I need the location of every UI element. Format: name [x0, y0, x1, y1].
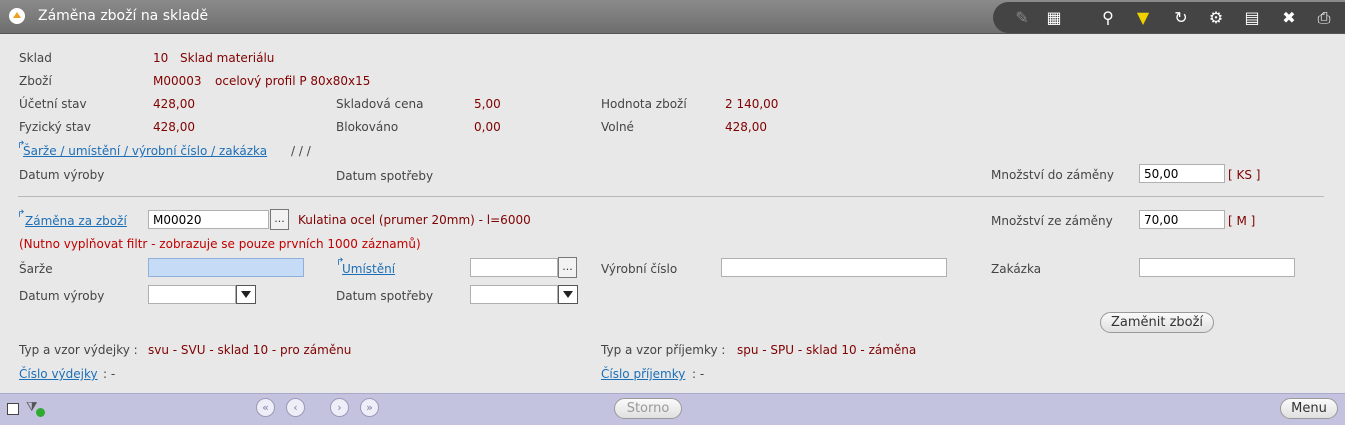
- filter-icon[interactable]: ▼: [1132, 8, 1154, 28]
- select-checkbox[interactable]: [7, 403, 19, 415]
- sklad-code: 10: [153, 51, 169, 65]
- cislo-prijemky-link[interactable]: Číslo příjemky: [601, 367, 685, 381]
- sarze-input[interactable]: [148, 258, 304, 277]
- cislo-vydejky-value: : -: [103, 367, 116, 381]
- bottom-bar: ⧩ « ‹ › » Storno Menu: [0, 393, 1345, 425]
- sarze-link[interactable]: Šarže / umístění / výrobní číslo / zakáz…: [23, 144, 267, 158]
- sarze-label: Šarže: [19, 262, 53, 276]
- mnozstvi-do-input[interactable]: [1139, 164, 1225, 183]
- datum-spotreby-dropdown-icon[interactable]: [558, 285, 578, 304]
- mnozstvi-do-label: Množství do záměny: [991, 168, 1115, 182]
- unit-text: [ KS ]: [1228, 168, 1261, 182]
- umisteni-link[interactable]: Umístění: [342, 262, 395, 276]
- vyrobni-cislo-label: Výrobní číslo: [601, 262, 678, 276]
- refresh-icon[interactable]: ↻: [1170, 8, 1192, 28]
- sklad-name: Sklad materiálu: [180, 51, 275, 65]
- datum-spotreby-label-2: Datum spotřeby: [336, 289, 434, 303]
- edit-icon[interactable]: ✎: [1011, 8, 1033, 28]
- hodnota-zbozi-label: Hodnota zboží: [601, 97, 687, 111]
- volne-label: Volné: [601, 120, 634, 134]
- window-title: Záměna zboží na skladě: [38, 8, 209, 24]
- zamena-lookup-button[interactable]: ...: [270, 209, 289, 230]
- zbozi-label: Zboží: [19, 74, 52, 88]
- mnozstvi-ze-unit: [ M ]: [1228, 214, 1256, 228]
- vydejka-value: svu - SVU - sklad 10 - pro záměnu: [148, 343, 352, 357]
- zakazka-input[interactable]: [1139, 258, 1295, 277]
- user-settings-icon[interactable]: ⚙: [1205, 8, 1227, 28]
- datum-vyroby-dropdown-icon[interactable]: [236, 285, 256, 304]
- skladova-cena-label: Skladová cena: [336, 97, 424, 111]
- menu-button[interactable]: Menu: [1280, 398, 1338, 419]
- hodnota-zbozi-value: 2 140,00: [725, 97, 779, 111]
- sarze-value: / / /: [291, 144, 311, 158]
- cislo-vydejky-link[interactable]: Číslo výdejky: [19, 367, 98, 381]
- storno-button[interactable]: Storno: [614, 398, 682, 419]
- umisteni-lookup-button[interactable]: ...: [558, 257, 577, 278]
- vyrobni-cislo-input[interactable]: [721, 258, 947, 277]
- zbozi-name: ocelový profil P 80x80x15: [215, 74, 371, 88]
- blokovano-label: Blokováno: [336, 120, 399, 134]
- vydejka-label: Typ a vzor výdejky :: [19, 343, 138, 357]
- collapse-icon[interactable]: [9, 8, 25, 24]
- excel-icon[interactable]: ✖: [1278, 8, 1300, 28]
- zamena-code-input[interactable]: [148, 210, 269, 229]
- fyzicky-stav-label: Fyzický stav: [19, 120, 91, 134]
- blokovano-value: 0,00: [474, 120, 501, 134]
- nav-first-button[interactable]: «: [256, 398, 275, 417]
- volne-value: 428,00: [725, 120, 767, 134]
- ucetni-stav-value: 428,00: [153, 97, 195, 111]
- zamena-name: Kulatina ocel (prumer 20mm) - l=6000: [298, 213, 531, 227]
- nav-last-button[interactable]: »: [360, 398, 379, 417]
- status-ok-icon: [36, 408, 45, 417]
- fyzicky-stav-value: 428,00: [153, 120, 195, 134]
- divider: [18, 196, 1324, 197]
- table-icon[interactable]: ▦: [1043, 8, 1065, 28]
- datum-vyroby-input[interactable]: [148, 285, 236, 304]
- datum-spotreby-input[interactable]: [470, 285, 558, 304]
- umisteni-input[interactable]: [470, 258, 558, 277]
- zamenit-button[interactable]: Zaměnit zboží: [1100, 312, 1214, 333]
- sklad-label: Sklad: [19, 51, 52, 65]
- zbozi-code: M00003: [153, 74, 202, 88]
- prijemka-label: Typ a vzor příjemky :: [601, 343, 726, 357]
- search-icon[interactable]: ⚲: [1097, 8, 1119, 28]
- cislo-prijemky-value: : -: [692, 367, 705, 381]
- print-icon[interactable]: ⎙: [1313, 8, 1335, 28]
- zamena-link[interactable]: Záměna za zboží: [25, 214, 127, 228]
- datum-vyroby-label: Datum výroby: [19, 168, 105, 182]
- datum-spotreby-label: Datum spotřeby: [336, 169, 434, 183]
- nav-next-button[interactable]: ›: [330, 398, 349, 417]
- toolbar: ✎ ▦ ⚲ ▼ ↻ ⚙ ▤ ✖ ⎙: [993, 2, 1345, 33]
- skladova-cena-value: 5,00: [474, 97, 501, 111]
- mnozstvi-ze-label: Množství ze záměny: [991, 214, 1113, 228]
- nav-prev-button[interactable]: ‹: [286, 398, 305, 417]
- mnozstvi-ze-input[interactable]: [1139, 210, 1225, 229]
- ucetni-stav-label: Účetní stav: [19, 97, 87, 111]
- zakazka-label: Zakázka: [991, 262, 1042, 276]
- filter-warning: (Nutno vyplňovat filtr - zobrazuje se po…: [19, 237, 421, 251]
- mnozstvi-do-unit: [ KS ]: [1228, 168, 1260, 182]
- datum-vyroby-label-2: Datum výroby: [19, 289, 105, 303]
- prijemka-value: spu - SPU - sklad 10 - záměna: [737, 343, 917, 357]
- document-icon[interactable]: ▤: [1241, 8, 1263, 28]
